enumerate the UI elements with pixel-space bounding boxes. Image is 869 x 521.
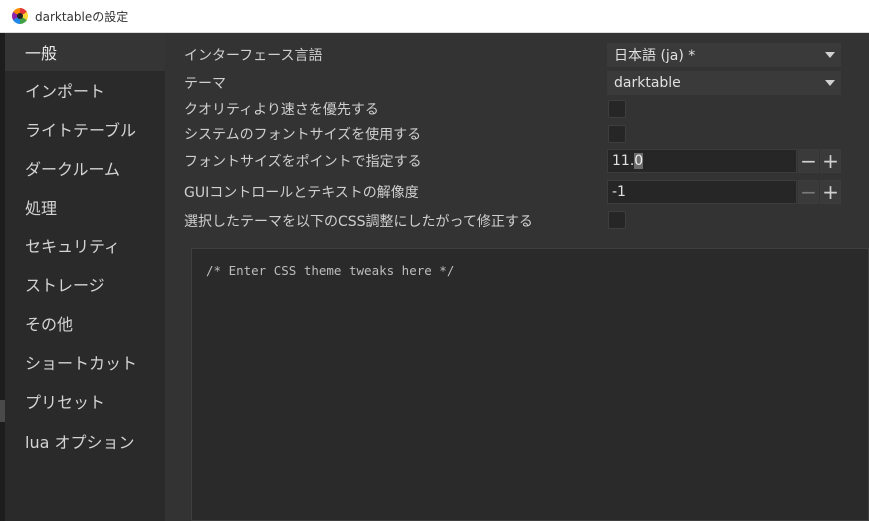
darktable-logo-icon (12, 8, 28, 24)
gui-dpi-decrement-button[interactable]: − (798, 180, 819, 204)
sidebar-item-general[interactable]: 一般 (5, 33, 165, 71)
gui-dpi-label: GUIコントロールとテキストの解像度 (184, 185, 419, 201)
preferences-window: darktableの設定 一般 インポート ライトテーブル ダークルーム 処理 … (0, 0, 869, 521)
prefer-speed-label: クオリティより速さを優先する (184, 102, 379, 118)
sidebar-item-lua-options[interactable]: lua オプション (5, 422, 165, 460)
css-tweaks-checkbox[interactable] (608, 211, 626, 229)
sidebar-item-import[interactable]: インポート (5, 71, 165, 109)
sidebar-item-misc[interactable]: その他 (5, 304, 165, 342)
prefer-speed-checkbox[interactable] (608, 100, 626, 118)
theme-label: テーマ (184, 76, 226, 92)
language-label: インターフェース言語 (184, 48, 323, 64)
preferences-sidebar: 一般 インポート ライトテーブル ダークルーム 処理 セキュリティ ストレージ … (5, 33, 165, 521)
theme-select[interactable]: darktable (607, 71, 841, 95)
sidebar-item-darkroom[interactable]: ダークルーム (5, 149, 165, 187)
font-size-selected-digit: 0 (634, 153, 644, 169)
sidebar-item-lighttable[interactable]: ライトテーブル (5, 110, 165, 148)
sidebar-item-processing[interactable]: 処理 (5, 188, 165, 226)
sidebar-item-security[interactable]: セキュリティ (5, 226, 165, 264)
font-size-input[interactable]: 11. 0 (607, 149, 797, 173)
gui-dpi-input[interactable]: -1 (607, 180, 797, 204)
sidebar-item-storage[interactable]: ストレージ (5, 265, 165, 303)
gui-dpi-increment-button[interactable]: + (820, 180, 841, 204)
sidebar-item-presets[interactable]: プリセット (5, 382, 165, 420)
window-title: darktableの設定 (35, 9, 129, 24)
title-bar: darktableの設定 (0, 0, 869, 33)
sidebar-item-shortcuts[interactable]: ショートカット (5, 343, 165, 381)
css-tweaks-editor[interactable]: /* Enter CSS theme tweaks here */ (191, 248, 869, 521)
gui-dpi-value: -1 (612, 184, 626, 200)
system-font-checkbox[interactable] (608, 125, 626, 143)
css-tweaks-label: 選択したテーマを以下のCSS調整にしたがって修正する (184, 214, 533, 230)
system-font-label: システムのフォントサイズを使用する (184, 127, 422, 143)
font-size-increment-button[interactable]: + (820, 149, 841, 173)
css-editor-text: /* Enter CSS theme tweaks here */ (206, 263, 455, 278)
font-size-label: フォントサイズをポイントで指定する (184, 154, 422, 170)
font-size-decrement-button[interactable]: − (798, 149, 819, 173)
chevron-down-icon (825, 80, 835, 86)
font-size-value: 11. (612, 153, 635, 169)
language-select[interactable]: 日本語 (ja) * (607, 43, 841, 67)
chevron-down-icon (825, 52, 835, 58)
theme-value: darktable (614, 75, 681, 91)
language-value: 日本語 (ja) * (614, 48, 696, 64)
